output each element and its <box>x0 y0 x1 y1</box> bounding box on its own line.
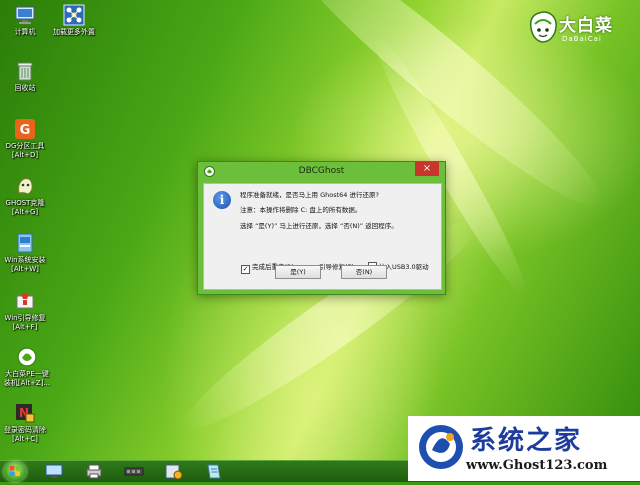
recycle-bin-icon <box>17 62 33 81</box>
desktop-icon-dabaicai-install[interactable]: 大白菜PE一键 装机[Alt+Z]... <box>0 346 54 388</box>
checkbox-box[interactable]: ✓ <box>241 265 250 274</box>
svg-text:G: G <box>20 123 31 138</box>
desktop-icon-password-clear[interactable]: N 登录密码清除 [Alt+C] <box>0 402 50 444</box>
dialog-body: i 程序准备就绪，是否马上用 Ghost64 进行还原? 注意：本操作将删除 C… <box>203 183 442 290</box>
desktop-icon-ghost[interactable]: GHOST克隆 [Alt+G] <box>0 175 50 217</box>
desktop-icon-partition-tool[interactable]: G DG分区工具 [Alt+D] <box>0 118 50 160</box>
yes-button[interactable]: 是(Y) <box>275 265 321 279</box>
brand-logo: 大白菜 DaBaiCai <box>527 8 627 48</box>
desktop-icon-label: Win系统安装 [Alt+W] <box>4 256 46 273</box>
info-icon: i <box>213 191 231 209</box>
monitor-icon[interactable] <box>44 463 64 480</box>
computer-icon <box>15 6 35 24</box>
desktop-icon-windows-install[interactable]: Win系统安装 [Alt+W] <box>0 232 50 274</box>
start-button[interactable] <box>4 462 26 481</box>
desktop-icon-computer[interactable]: 计算机 <box>0 4 50 37</box>
watermark-title: 系统之家 <box>470 426 583 456</box>
desktop-icon-label: GHOST克隆 [Alt+G] <box>5 199 45 216</box>
desktop-icon-boot-repair[interactable]: Win引导修复 [Alt+F] <box>0 290 50 332</box>
message-line-1: 程序准备就绪，是否马上用 Ghost64 进行还原? <box>240 191 379 199</box>
notepad-icon[interactable] <box>204 463 224 480</box>
desktop-icon-label: 登录密码清除 [Alt+C] <box>4 426 46 443</box>
brand-name: 大白菜 <box>559 16 613 36</box>
dbcghost-dialog: DBCGhost × i 程序准备就绪，是否马上用 Ghost64 进行还原? … <box>197 161 446 295</box>
desktop-icon-network-load[interactable]: 加载更多外置 <box>48 4 100 37</box>
dialog-title: DBCGhost <box>298 166 345 176</box>
desktop-icon-recycle-bin[interactable]: 回收站 <box>0 60 50 93</box>
boot-repair-icon <box>16 294 34 309</box>
desktop-icon-label: 计算机 <box>14 28 36 36</box>
no-button[interactable]: 否(N) <box>341 265 387 279</box>
brand-subtitle: DaBaiCai <box>562 35 602 43</box>
memory-chip-icon[interactable] <box>124 463 144 480</box>
watermark-url: www.Ghost123.com <box>466 458 608 473</box>
printer-icon[interactable] <box>84 463 104 480</box>
message-line-3: 选择 “是(Y)” 马上进行还原，选择 “否(N)” 返回程序。 <box>240 222 398 230</box>
site-watermark: 系统之家 www.Ghost123.com <box>408 416 640 481</box>
network-load-icon <box>63 4 85 26</box>
desktop-icon-label: Win引导修复 [Alt+F] <box>4 314 46 331</box>
desktop-icon-label: 加载更多外置 <box>53 28 95 36</box>
desktop-icon-label: 大白菜PE一键 装机[Alt+Z]... <box>3 370 51 387</box>
windows-install-icon <box>17 233 33 253</box>
watermark-logo-icon <box>419 425 463 469</box>
desktop-icon-label: 回收站 <box>14 84 36 92</box>
windows-logo-icon <box>10 466 20 476</box>
dabaicai-install-icon <box>17 347 37 367</box>
network-settings-icon[interactable] <box>164 463 184 480</box>
partition-tool-icon: G <box>15 119 35 139</box>
message-line-2: 注意：本操作将删除 C: 盘上的所有数据。 <box>240 206 362 214</box>
cabbage-mascot-icon <box>529 11 557 43</box>
password-clear-icon: N <box>16 404 35 423</box>
dialog-titlebar[interactable]: DBCGhost × <box>198 162 445 182</box>
desktop-icon-label: DG分区工具 [Alt+D] <box>5 142 45 159</box>
close-button[interactable]: × <box>415 162 439 176</box>
ghost-icon <box>18 178 33 195</box>
